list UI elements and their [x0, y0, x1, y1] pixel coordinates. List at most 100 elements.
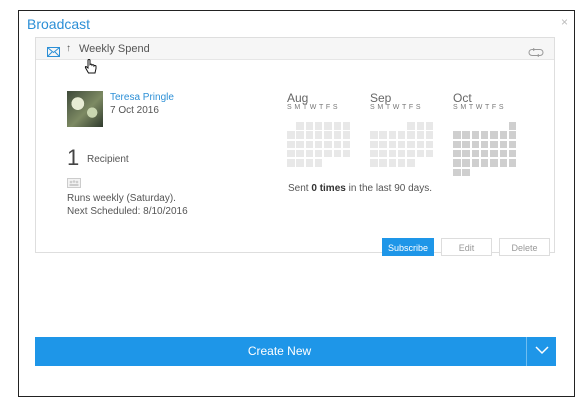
calendar-day-cell: [314, 149, 323, 158]
subscribe-button[interactable]: Subscribe: [382, 238, 434, 256]
calendar-day-cell: [342, 140, 351, 149]
edit-button[interactable]: Edit: [441, 238, 492, 256]
schedule-next: Next Scheduled: 8/10/2016: [67, 206, 188, 217]
pointer-cursor-icon: [84, 59, 98, 80]
calendar-day-cell: [508, 159, 517, 167]
calendar-day-cell: [397, 159, 406, 167]
calendar-day-cell: [324, 140, 332, 149]
calendar-day-cell: [490, 140, 498, 149]
calendar-day-cell: [480, 131, 489, 139]
calendar-day-cell: [407, 122, 415, 130]
calendar-day-cell: [342, 122, 351, 130]
weekday-letters: S M T W T F S: [453, 104, 504, 111]
calendar-day-cell: [499, 131, 507, 139]
calendar-day-cell: [453, 159, 461, 167]
user-date: 7 Oct 2016: [110, 105, 159, 116]
repeat-icon[interactable]: [528, 44, 544, 62]
close-icon[interactable]: ×: [561, 15, 568, 29]
user-name-link[interactable]: Teresa Pringle: [110, 92, 174, 103]
calendar-day-cell: [314, 159, 323, 167]
create-new-button[interactable]: Create New: [35, 337, 524, 366]
calendar-day-cell: [314, 122, 323, 130]
calendar-day-cell: [305, 149, 314, 158]
calendar-day-cell: [462, 168, 470, 176]
avatar: [67, 91, 103, 127]
calendar-day-cell: [287, 149, 295, 158]
calendar-day-cell: [388, 131, 397, 139]
calendar-day-cell: [425, 122, 434, 130]
calendar-month-sep: Sep S M T W T F S: [370, 91, 436, 167]
calendar-day-cell: [508, 131, 517, 139]
calendar-day-cell: [490, 131, 498, 139]
calendar-day-cell: [499, 159, 507, 167]
calendar-day-cell: [305, 140, 314, 149]
schedule-runs: Runs weekly (Saturday).: [67, 193, 176, 204]
calendar-day-cell: [416, 149, 424, 158]
sent-prefix: Sent: [288, 183, 312, 194]
calendar-day-cell: [397, 140, 406, 149]
create-new-dropdown[interactable]: [526, 337, 556, 366]
calendar-day-cell: [333, 140, 341, 149]
calendar-day-cell: [471, 149, 480, 158]
delete-button[interactable]: Delete: [499, 238, 550, 256]
card-title: Weekly Spend: [79, 43, 150, 55]
calendar-day-cell: [333, 149, 341, 158]
calendar-day-cell: [296, 131, 304, 139]
calendar-day-cell: [416, 131, 424, 139]
calendar-day-cell: [342, 131, 351, 139]
calendar-day-cell: [342, 149, 351, 158]
sent-suffix: in the last 90 days.: [345, 183, 432, 194]
calendar-day-cell: [416, 140, 424, 149]
calendar-day-cell: [388, 140, 397, 149]
calendar-day-cell: [370, 149, 378, 158]
calendar-day-cell: [407, 140, 415, 149]
broadcast-dialog: Broadcast × ↑ Weekly Spend Teresa Pringl…: [18, 10, 575, 397]
calendar-day-cell: [397, 131, 406, 139]
calendar-day-cell: [379, 149, 387, 158]
recipient-label: Recipient: [87, 154, 129, 165]
month-name: Sep: [370, 91, 392, 105]
calendar-day-cell: [407, 159, 415, 167]
calendar-day-cell: [305, 131, 314, 139]
dialog-title: Broadcast: [27, 16, 91, 32]
sent-count: 0 times: [311, 183, 346, 194]
calendar-day-cell: [508, 149, 517, 158]
calendar-day-cell: [296, 159, 304, 167]
calendar-day-cell: [462, 140, 470, 149]
calendar-day-cell: [388, 149, 397, 158]
calendar-day-cell: [407, 149, 415, 158]
calendar-day-cell: [305, 159, 314, 167]
calendar-month-aug: Aug S M T W T F S: [287, 91, 353, 167]
calendar-day-cell: [499, 140, 507, 149]
calendar-day-cell: [462, 159, 470, 167]
calendar-day-cell: [314, 131, 323, 139]
calendar-day-cell: [388, 159, 397, 167]
calendar-day-cell: [324, 122, 332, 130]
calendar-day-cell: [471, 159, 480, 167]
calendar-day-cell: [296, 122, 304, 130]
calendar-day-cell: [370, 131, 378, 139]
calendar-day-cell: [296, 149, 304, 158]
calendar-day-cell: [370, 159, 378, 167]
calendar-day-cell: [462, 149, 470, 158]
calendar-day-cell: [333, 131, 341, 139]
arrow-up-icon: ↑: [66, 43, 71, 54]
chevron-down-icon: [535, 346, 549, 355]
calendar-day-cell: [425, 149, 434, 158]
weekday-letters: S M T W T F S: [287, 104, 338, 111]
calendar-day-cell: [508, 122, 517, 130]
calendar-day-cell: [287, 159, 295, 167]
calendar-day-cell: [370, 140, 378, 149]
calendar-day-cell: [471, 131, 480, 139]
calendar-day-cell: [425, 140, 434, 149]
calendar-day-cell: [397, 149, 406, 158]
month-name: Aug: [287, 91, 309, 105]
card-header: ↑ Weekly Spend: [36, 38, 554, 60]
sent-summary: Sent 0 times in the last 90 days.: [288, 183, 432, 194]
calendar-day-cell: [324, 149, 332, 158]
calendar-day-cell: [287, 140, 295, 149]
mail-icon[interactable]: [47, 44, 60, 62]
calendar-day-cell: [480, 149, 489, 158]
calendar-day-cell: [453, 149, 461, 158]
calendar-day-cell: [480, 159, 489, 167]
